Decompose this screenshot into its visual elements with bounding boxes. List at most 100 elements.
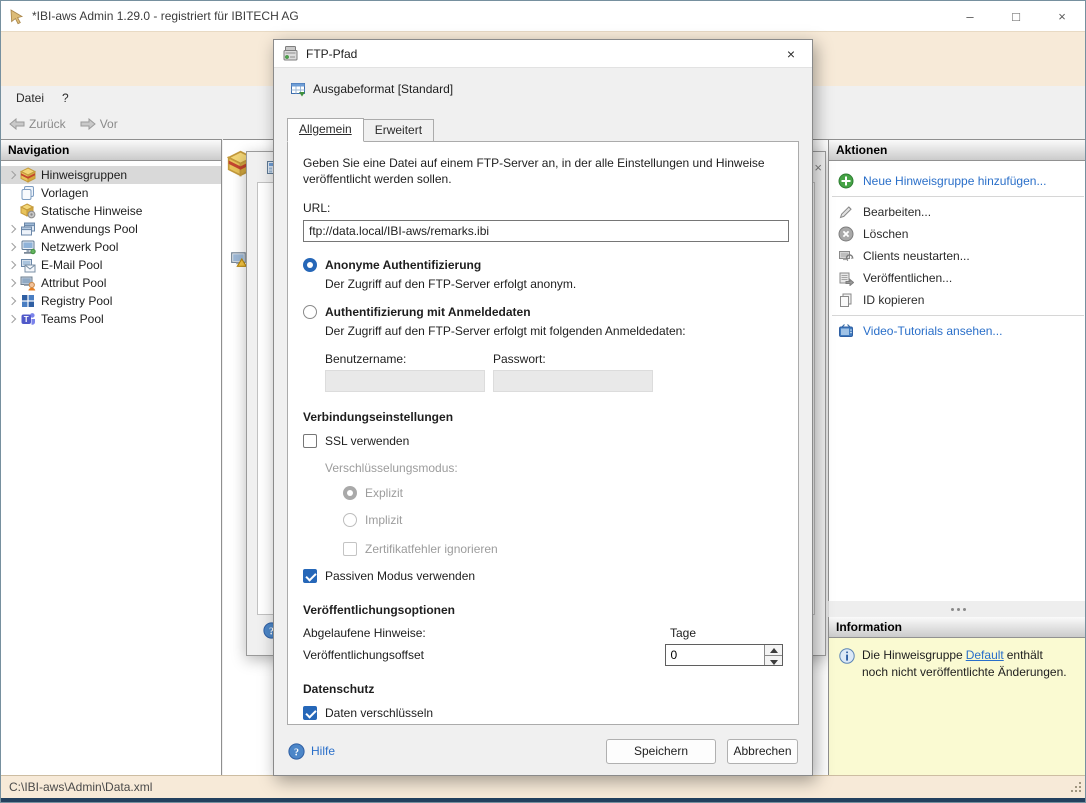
- attribute-pool-icon: [20, 275, 36, 291]
- sidebar-item-label: Hinweisgruppen: [41, 168, 128, 182]
- sidebar-item-netzwerk-pool[interactable]: Netzwerk Pool: [1, 238, 221, 256]
- dialog-title-bar: FTP-Pfad ×: [274, 40, 812, 68]
- implicit-label: Implizit: [365, 513, 403, 528]
- tab-panel-allgemein: Geben Sie eine Datei auf einem FTP-Serve…: [287, 141, 799, 725]
- checkbox-passive-checked[interactable]: [303, 569, 317, 584]
- notice-group-default-link[interactable]: Default: [966, 648, 1004, 662]
- ssl-option[interactable]: SSL verwenden: [303, 434, 783, 449]
- sidebar-item-teams-pool[interactable]: T Teams Pool: [1, 310, 221, 328]
- offset-spinner: [665, 644, 783, 667]
- menu-file[interactable]: Datei: [7, 89, 53, 107]
- chevron-right-icon[interactable]: [5, 311, 20, 327]
- forward-arrow-icon: [80, 118, 96, 130]
- checkbox-ssl-unchecked[interactable]: [303, 434, 317, 449]
- credentials-auth-option[interactable]: Authentifizierung mit Anmeldedaten: [303, 305, 783, 320]
- connection-settings-heading: Verbindungseinstellungen: [303, 410, 454, 425]
- application-pool-icon: [20, 221, 36, 237]
- action-restart-clients[interactable]: Clients neustarten...: [829, 245, 1085, 267]
- action-edit[interactable]: Bearbeiten...: [829, 201, 1085, 223]
- sidebar-item-label: Teams Pool: [41, 312, 104, 326]
- action-label: Löschen: [863, 227, 909, 241]
- chevron-right-icon[interactable]: [5, 257, 20, 273]
- output-format-icon: [290, 81, 306, 97]
- dialog-tabs: Allgemein Erweitert: [287, 118, 812, 142]
- dialog-title: FTP-Pfad: [306, 46, 358, 61]
- tab-allgemein[interactable]: Allgemein: [287, 118, 364, 142]
- sidebar-item-label: Vorlagen: [41, 186, 89, 200]
- minimize-button[interactable]: –: [947, 1, 993, 31]
- tab-erweitert[interactable]: Erweitert: [363, 119, 435, 142]
- chevron-right-icon[interactable]: [5, 293, 20, 309]
- chevron-placeholder: [5, 203, 20, 219]
- ftp-path-dialog: FTP-Pfad × Ausgabeformat [Standard] Allg…: [273, 39, 813, 776]
- publishing-options-heading: Veröffentlichungsoptionen: [303, 603, 455, 618]
- sidebar-item-attribut-pool[interactable]: Attribut Pool: [1, 274, 221, 292]
- status-file-path: C:\IBI-aws\Admin\Data.xml: [9, 780, 153, 794]
- network-pool-icon: [20, 239, 36, 255]
- offset-input[interactable]: [666, 645, 764, 666]
- action-add-notice-group[interactable]: Neue Hinweisgruppe hinzufügen...: [829, 170, 1085, 192]
- action-video-tutorials[interactable]: Video-Tutorials ansehen...: [829, 320, 1085, 342]
- sidebar-item-label: Netzwerk Pool: [41, 240, 119, 254]
- action-copy-id[interactable]: ID kopieren: [829, 289, 1085, 311]
- radio-credentials-unselected[interactable]: [303, 305, 317, 320]
- save-button[interactable]: Speichern: [606, 738, 716, 764]
- back-label: Zurück: [29, 117, 66, 131]
- delete-icon: [838, 226, 854, 242]
- navigation-tree: Hinweisgruppen Vorlagen Statische Hinwei…: [1, 161, 221, 328]
- action-label: Neue Hinweisgruppe hinzufügen...: [863, 174, 1047, 188]
- radio-anonymous-selected[interactable]: [303, 258, 317, 273]
- sidebar-item-email-pool[interactable]: E-Mail Pool: [1, 256, 221, 274]
- restart-clients-icon: [838, 248, 854, 264]
- video-tutorials-icon: [838, 323, 854, 339]
- action-publish[interactable]: Veröffentlichen...: [829, 267, 1085, 289]
- sidebar-item-registry-pool[interactable]: Registry Pool: [1, 292, 221, 310]
- close-button[interactable]: ×: [1039, 1, 1085, 31]
- copy-icon: [838, 292, 854, 308]
- url-input[interactable]: [303, 220, 789, 243]
- templates-icon: [20, 185, 36, 201]
- back-button[interactable]: Zurück: [5, 115, 70, 133]
- sidebar-item-anwendungs-pool[interactable]: Anwendungs Pool: [1, 220, 221, 238]
- anonymous-auth-description: Der Zugriff auf den FTP-Server erfolgt a…: [325, 277, 577, 292]
- anonymous-auth-option[interactable]: Anonyme Authentifizierung: [303, 258, 783, 273]
- resize-grip-icon[interactable]: [1071, 782, 1081, 792]
- window-controls: – □ ×: [947, 1, 1085, 31]
- spinner-down-icon[interactable]: [765, 655, 782, 666]
- chevron-right-icon[interactable]: [5, 221, 20, 237]
- chevron-right-icon[interactable]: [5, 275, 20, 291]
- expired-notices-row: Abgelaufene Hinweise: Tage: [303, 626, 783, 640]
- forward-label: Vor: [99, 117, 118, 131]
- sidebar-item-hinweisgruppen[interactable]: Hinweisgruppen: [1, 166, 221, 184]
- chevron-right-icon[interactable]: [5, 167, 20, 183]
- chevron-placeholder: [5, 185, 20, 201]
- pencil-icon: [838, 204, 854, 220]
- passive-mode-option[interactable]: Passiven Modus verwenden: [303, 569, 783, 584]
- dialog-close-icon[interactable]: ×: [778, 46, 804, 62]
- chevron-right-icon[interactable]: [5, 239, 20, 255]
- panel-splitter[interactable]: [829, 601, 1085, 617]
- output-format-row: Ausgabeformat [Standard]: [290, 80, 812, 98]
- sidebar-item-statische-hinweise[interactable]: Statische Hinweise: [1, 202, 221, 220]
- svg-text:T: T: [24, 315, 29, 324]
- credentials-auth-description: Der Zugriff auf den FTP-Server erfolgt m…: [325, 324, 686, 339]
- spinner-up-icon[interactable]: [765, 645, 782, 656]
- cancel-button[interactable]: Abbrechen: [727, 738, 798, 764]
- help-link[interactable]: ? Hilfe: [288, 742, 336, 760]
- implicit-option: Implizit: [343, 513, 783, 528]
- maximize-button[interactable]: □: [993, 1, 1039, 31]
- sidebar-item-vorlagen[interactable]: Vorlagen: [1, 184, 221, 202]
- anonymous-auth-label: Anonyme Authentifizierung: [325, 258, 482, 273]
- information-header: Information: [829, 617, 1085, 638]
- radio-implicit-disabled: [343, 513, 357, 528]
- sidebar-item-label: Anwendungs Pool: [41, 222, 138, 236]
- action-delete[interactable]: Löschen: [829, 223, 1085, 245]
- help-label: Hilfe: [311, 744, 336, 758]
- encrypt-data-option[interactable]: Daten verschlüsseln: [303, 706, 783, 721]
- certificate-errors-option: Zertifikatfehler ignorieren: [343, 542, 783, 557]
- background-dialog-close-icon[interactable]: ×: [814, 160, 822, 175]
- explicit-option: Explizit: [343, 486, 783, 501]
- menu-help[interactable]: ?: [53, 89, 78, 107]
- checkbox-encrypt-checked[interactable]: [303, 706, 317, 721]
- forward-button[interactable]: Vor: [76, 115, 122, 133]
